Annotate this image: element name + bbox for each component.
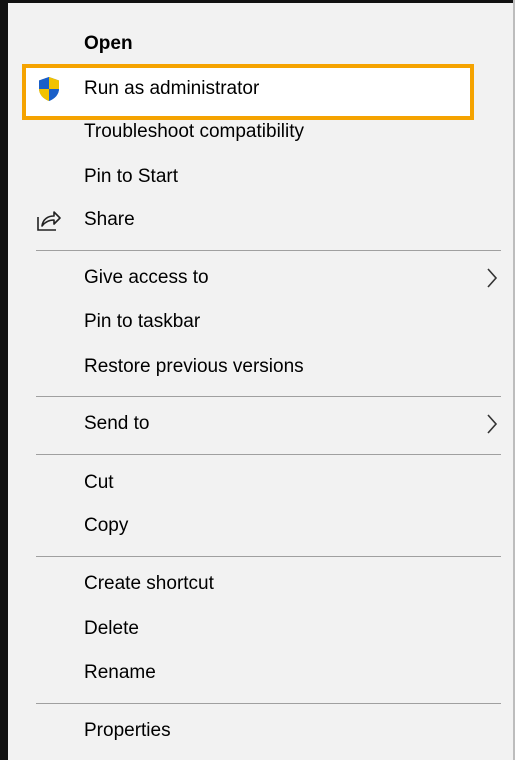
menu-item-delete[interactable]: Delete <box>8 609 513 649</box>
menu-separator <box>36 454 501 455</box>
menu-item-run-as-administrator[interactable]: Run as administrator <box>8 69 513 109</box>
share-icon <box>36 207 62 233</box>
chevron-right-icon <box>487 268 498 288</box>
menu-separator <box>36 396 501 397</box>
menu-top-border <box>0 0 515 3</box>
menu-item-label: Delete <box>84 618 139 639</box>
menu-item-label: Cut <box>84 472 114 493</box>
menu-separator <box>36 703 501 704</box>
menu-item-label: Create shortcut <box>84 573 214 594</box>
menu-item-label: Give access to <box>84 267 209 288</box>
context-menu: Open Run as administrator Troubleshoot c… <box>0 0 515 760</box>
menu-item-restore-previous-versions[interactable]: Restore previous versions <box>8 347 513 387</box>
menu-item-label: Send to <box>84 413 150 434</box>
menu-item-copy[interactable]: Copy <box>8 506 513 546</box>
menu-item-troubleshoot-compatibility[interactable]: Troubleshoot compatibility <box>8 112 513 152</box>
menu-item-cut[interactable]: Cut <box>8 463 513 503</box>
menu-item-pin-to-start[interactable]: Pin to Start <box>8 157 513 197</box>
menu-left-border <box>0 0 8 760</box>
menu-item-label: Share <box>84 209 135 230</box>
menu-item-label: Copy <box>84 515 129 536</box>
uac-shield-icon <box>36 76 62 102</box>
menu-item-label: Restore previous versions <box>84 356 304 377</box>
menu-item-open[interactable]: Open <box>8 24 513 64</box>
menu-item-send-to[interactable]: Send to <box>8 404 513 444</box>
menu-item-label: Troubleshoot compatibility <box>84 121 305 142</box>
menu-item-pin-to-taskbar[interactable]: Pin to taskbar <box>8 302 513 342</box>
menu-item-label: Rename <box>84 662 156 683</box>
menu-item-properties[interactable]: Properties <box>8 711 513 751</box>
menu-item-share[interactable]: Share <box>8 200 513 240</box>
menu-separator <box>36 250 501 251</box>
menu-item-label: Open <box>84 33 133 54</box>
menu-item-label: Properties <box>84 720 171 741</box>
menu-separator <box>36 556 501 557</box>
menu-item-create-shortcut[interactable]: Create shortcut <box>8 564 513 604</box>
menu-item-label: Pin to taskbar <box>84 311 201 332</box>
menu-item-rename[interactable]: Rename <box>8 653 513 693</box>
chevron-right-icon <box>487 414 498 434</box>
menu-item-label: Run as administrator <box>84 78 260 99</box>
menu-item-label: Pin to Start <box>84 166 178 187</box>
menu-item-give-access-to[interactable]: Give access to <box>8 258 513 298</box>
